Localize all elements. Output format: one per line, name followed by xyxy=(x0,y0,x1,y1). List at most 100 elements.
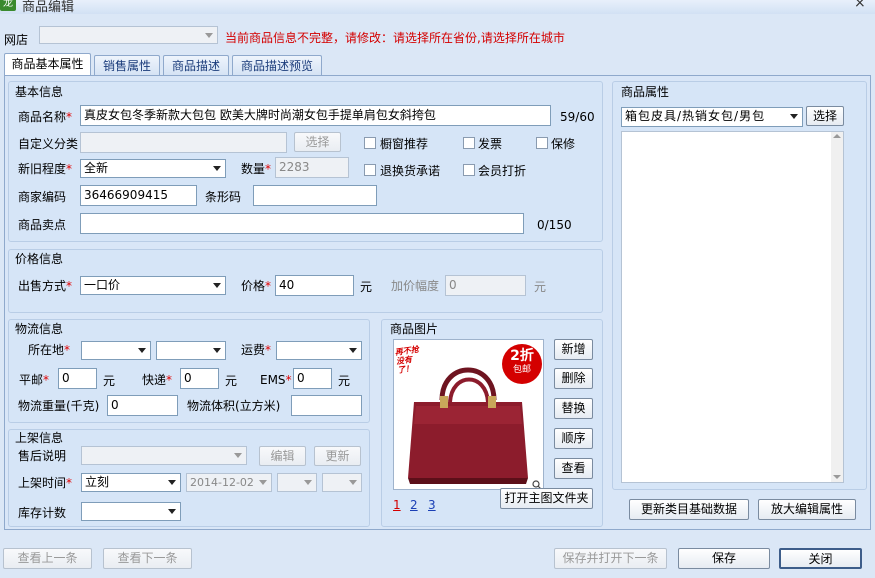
custom-category-select-button[interactable]: 选择 xyxy=(294,132,341,152)
express-label: 快递* xyxy=(142,373,173,387)
listing-hour-select[interactable] xyxy=(277,473,317,492)
ems-label-text: EMS xyxy=(260,373,286,387)
listing-date-select[interactable]: 2014-12-02 xyxy=(186,473,272,492)
image-page-2[interactable]: 2 xyxy=(410,497,418,513)
express-fee-input[interactable]: 0 xyxy=(180,368,219,389)
prev-record-button[interactable]: 查看上一条 xyxy=(3,548,92,569)
promo-discount: 2折 xyxy=(510,348,534,364)
open-image-folder-button[interactable]: 打开主图文件夹 xyxy=(500,488,593,509)
weight-input[interactable]: 0 xyxy=(107,395,178,416)
update-category-data-button[interactable]: 更新类目基础数据 xyxy=(629,499,749,520)
ems-unit: 元 xyxy=(338,374,351,388)
replace-image-button[interactable]: 替换 xyxy=(554,398,593,419)
tab-sales[interactable]: 销售属性 xyxy=(94,55,160,76)
tab-description-preview[interactable]: 商品描述预览 xyxy=(232,55,322,76)
chevron-down-icon xyxy=(213,166,221,171)
image-page-3[interactable]: 3 xyxy=(428,497,436,513)
invoice-checkbox[interactable] xyxy=(463,137,475,149)
quantity-label: 数量* xyxy=(241,162,272,176)
volume-input[interactable] xyxy=(291,395,362,416)
sale-method-select[interactable]: 一口价 xyxy=(80,276,226,295)
listing-time-label-text: 上架时间 xyxy=(18,476,67,490)
chevron-down-icon xyxy=(213,283,221,288)
view-image-button[interactable]: 查看 xyxy=(554,458,593,479)
name-label: 商品名称* xyxy=(18,110,73,124)
validation-error: 当前商品信息不完整，请修改：请选择所在省份,请选择所在城市 xyxy=(225,31,565,45)
scroll-up-icon xyxy=(833,134,841,138)
markup-unit: 元 xyxy=(534,280,547,294)
shop-select[interactable] xyxy=(39,26,218,44)
save-and-open-next-button[interactable]: 保存并打开下一条 xyxy=(554,548,667,569)
logistics-section-title: 物流信息 xyxy=(15,322,64,336)
city-select[interactable] xyxy=(156,341,226,360)
warranty-label: 保修 xyxy=(551,137,576,151)
title-bar: 龙 商品编辑 × xyxy=(0,0,875,15)
express-unit: 元 xyxy=(225,374,238,388)
chevron-down-icon xyxy=(234,453,242,458)
close-icon[interactable]: × xyxy=(854,0,866,11)
save-button[interactable]: 保存 xyxy=(678,548,770,569)
return-promise-checkbox[interactable] xyxy=(364,164,376,176)
stock-count-label: 库存计数 xyxy=(18,506,67,520)
post-fee-input[interactable]: 0 xyxy=(58,368,97,389)
ems-label: EMS* xyxy=(260,373,292,387)
basic-section-title: 基本信息 xyxy=(15,85,64,99)
chevron-down-icon xyxy=(304,480,312,485)
sale-method-value: 一口价 xyxy=(84,278,121,292)
listing-time-value: 立刻 xyxy=(85,475,110,489)
tab-description[interactable]: 商品描述 xyxy=(163,55,229,76)
condition-value: 全新 xyxy=(84,161,109,175)
merchant-code-input[interactable]: 36466909415 xyxy=(80,185,197,206)
close-button[interactable]: 关闭 xyxy=(779,548,862,569)
product-image[interactable]: 再不抢 没有了！ 2折 包邮 xyxy=(393,339,544,490)
markup-label: 加价幅度 xyxy=(391,279,440,293)
order-image-button[interactable]: 顺序 xyxy=(554,428,593,449)
quantity-label-text: 数量 xyxy=(241,162,266,176)
shop-label: 网店 xyxy=(4,33,29,47)
category-select[interactable]: 箱包皮具/热销女包/男包 xyxy=(621,107,803,127)
name-count: 59/60 xyxy=(560,110,595,124)
zoom-edit-attributes-button[interactable]: 放大编辑属性 xyxy=(758,499,856,520)
aftersale-update-button[interactable]: 更新 xyxy=(314,446,361,466)
aftersale-select[interactable] xyxy=(81,446,247,465)
listing-date-value: 2014-12-02 xyxy=(190,476,254,489)
freight-select[interactable] xyxy=(276,341,362,360)
attributes-list[interactable] xyxy=(621,131,844,483)
selling-point-count: 0/150 xyxy=(537,218,572,232)
province-select[interactable] xyxy=(81,341,151,360)
merchant-code-label: 商家编码 xyxy=(18,190,67,204)
quantity-input[interactable]: 2283 xyxy=(275,157,349,178)
aftersale-label: 售后说明 xyxy=(18,449,67,463)
listing-minute-select[interactable] xyxy=(322,473,362,492)
selling-point-input[interactable] xyxy=(80,213,524,234)
tab-basic[interactable]: 商品基本属性 xyxy=(4,53,91,76)
add-image-button[interactable]: 新增 xyxy=(554,339,593,360)
custom-category-input[interactable] xyxy=(80,132,287,153)
promo-badge-left: 再不抢 没有了！ xyxy=(394,344,428,375)
image-page-1[interactable]: 1 xyxy=(393,497,401,513)
delete-image-button[interactable]: 删除 xyxy=(554,368,593,389)
location-label-text: 所在地 xyxy=(28,343,65,357)
promo-free-shipping: 包邮 xyxy=(512,365,531,375)
window-recommend-checkbox[interactable] xyxy=(364,137,376,149)
aftersale-edit-button[interactable]: 编辑 xyxy=(259,446,306,466)
barcode-input[interactable] xyxy=(253,185,377,206)
next-record-button[interactable]: 查看下一条 xyxy=(103,548,192,569)
markup-input[interactable]: 0 xyxy=(445,275,526,296)
chevron-down-icon xyxy=(205,33,213,38)
chevron-down-icon xyxy=(138,348,146,353)
condition-select[interactable]: 全新 xyxy=(80,159,226,178)
name-input[interactable]: 真皮女包冬季新款大包包 欧美大牌时尚潮女包手提单肩包女斜挎包 xyxy=(80,105,551,126)
custom-category-label: 自定义分类 xyxy=(18,137,79,151)
category-select-button[interactable]: 选择 xyxy=(806,106,844,126)
post-label-text: 平邮 xyxy=(19,373,44,387)
listing-time-select[interactable]: 立刻 xyxy=(81,473,181,492)
stock-count-select[interactable] xyxy=(81,502,181,521)
attributes-scrollbar[interactable] xyxy=(831,132,843,482)
chevron-down-icon xyxy=(168,480,176,485)
express-label-text: 快递 xyxy=(142,373,167,387)
ems-fee-input[interactable]: 0 xyxy=(293,368,332,389)
price-input[interactable]: 40 xyxy=(275,275,354,296)
warranty-checkbox[interactable] xyxy=(536,137,548,149)
member-discount-checkbox[interactable] xyxy=(463,164,475,176)
